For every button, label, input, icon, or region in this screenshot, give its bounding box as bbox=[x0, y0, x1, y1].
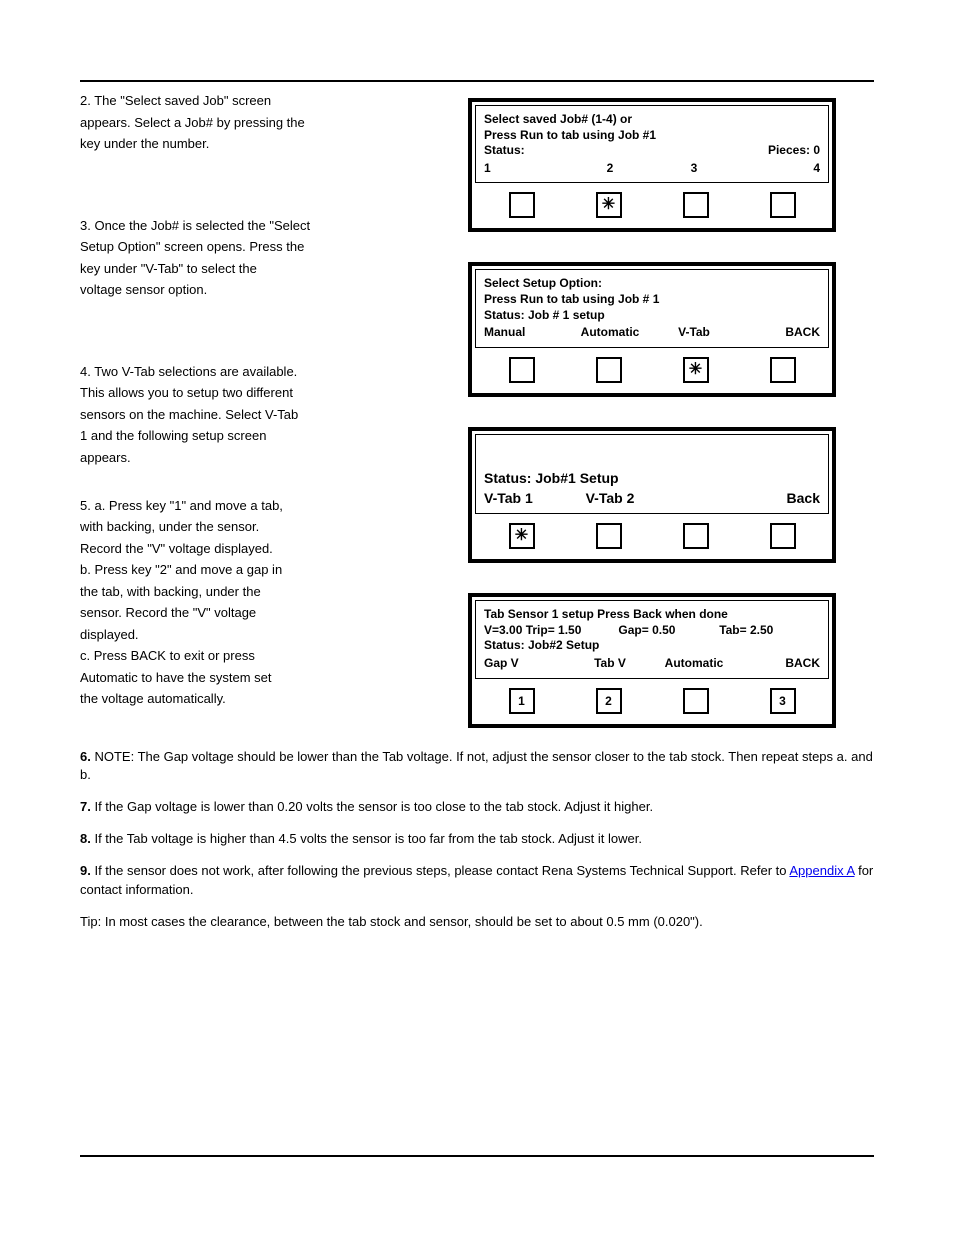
softkey-manual[interactable] bbox=[509, 357, 535, 383]
step-text: Automatic to have the system set bbox=[80, 669, 450, 687]
note-body: If the Gap voltage is lower than 0.20 vo… bbox=[94, 799, 653, 814]
lcd-option: BACK bbox=[736, 656, 820, 672]
step-text: The "Select saved Job" screen bbox=[94, 93, 271, 108]
lcd-screen: Select saved Job# (1-4) or Press Run to … bbox=[475, 105, 829, 183]
softkey-vtab-selected[interactable] bbox=[683, 357, 709, 383]
rule-top bbox=[80, 80, 874, 82]
softkey-vtab2[interactable] bbox=[596, 523, 622, 549]
softkey-2-selected[interactable] bbox=[596, 192, 622, 218]
lcd-option: V-Tab bbox=[652, 325, 736, 341]
lcd-screen: Status: Job#1 Setup V-Tab 1 V-Tab 2 Back bbox=[475, 434, 829, 514]
step-text: appears. Select a Job# by pressing the bbox=[80, 114, 450, 132]
lcd-status-label: Status: bbox=[484, 143, 525, 159]
step-num: 8. bbox=[80, 831, 91, 846]
step-text: with backing, under the sensor. bbox=[80, 518, 450, 536]
softkey-3[interactable] bbox=[683, 192, 709, 218]
lcd-col-label: 1 bbox=[484, 161, 568, 177]
instruction-text-column: 2. The "Select saved Job" screen appears… bbox=[80, 92, 450, 712]
step-text: 1 and the following setup screen bbox=[80, 427, 450, 445]
lcd-option bbox=[652, 489, 736, 507]
lcd-line: Select saved Job# (1-4) or bbox=[484, 112, 820, 128]
lcd-line: Status: Job # 1 setup bbox=[484, 308, 820, 324]
rule-bottom bbox=[80, 1155, 874, 1157]
tip-body: In most cases the clearance, between the… bbox=[105, 914, 703, 929]
softkey-4[interactable] bbox=[770, 192, 796, 218]
lcd-panel-setup-option: Select Setup Option: Press Run to tab us… bbox=[468, 262, 836, 396]
lcd-col-label: 2 bbox=[568, 161, 652, 177]
tip-title: Tip: bbox=[80, 914, 101, 929]
lcd-line: Status: Job#2 Setup bbox=[484, 638, 820, 654]
step-text: b. Press key "2" and move a gap in bbox=[80, 561, 450, 579]
step-num: 9. bbox=[80, 863, 91, 878]
step-num: 4. bbox=[80, 364, 91, 379]
note-body: If the sensor does not work, after follo… bbox=[94, 863, 789, 878]
step-text: This allows you to setup two different bbox=[80, 384, 450, 402]
lcd-col-label: 3 bbox=[652, 161, 736, 177]
lcd-panel-tab-sensor: Tab Sensor 1 setup Press Back when done … bbox=[468, 593, 836, 727]
step-text: voltage sensor option. bbox=[80, 281, 450, 299]
softkey-back[interactable]: 3 bbox=[770, 688, 796, 714]
step-text: sensors on the machine. Select V-Tab bbox=[80, 406, 450, 424]
lcd-option: Automatic bbox=[568, 325, 652, 341]
softkey-blank[interactable] bbox=[683, 523, 709, 549]
lcd-line: Press Run to tab using Job # 1 bbox=[484, 292, 820, 308]
appendix-link[interactable]: Appendix A bbox=[789, 863, 854, 878]
softkey-automatic[interactable] bbox=[596, 357, 622, 383]
lcd-value-gap: Gap= 0.50 bbox=[618, 623, 719, 639]
note-title: NOTE: The Gap voltage should be lower th… bbox=[94, 749, 452, 764]
step-text: displayed. bbox=[80, 626, 450, 644]
step-text: key under the number. bbox=[80, 135, 450, 153]
step-text: Once the Job# is selected the "Select bbox=[94, 218, 310, 233]
softkey-automatic[interactable] bbox=[683, 688, 709, 714]
lcd-value-tab: Tab= 2.50 bbox=[719, 623, 820, 639]
lcd-option: Manual bbox=[484, 325, 568, 341]
lcd-col-label: 4 bbox=[736, 161, 820, 177]
softkey-back[interactable] bbox=[770, 523, 796, 549]
lcd-option: BACK bbox=[736, 325, 820, 341]
lcd-pieces: Pieces: 0 bbox=[768, 143, 820, 159]
step-text: key under "V-Tab" to select the bbox=[80, 260, 450, 278]
lcd-screen: Tab Sensor 1 setup Press Back when done … bbox=[475, 600, 829, 678]
lcd-panels-column: Select saved Job# (1-4) or Press Run to … bbox=[468, 92, 874, 728]
softkey-label: 2 bbox=[605, 694, 612, 708]
lcd-option: V-Tab 1 bbox=[484, 489, 568, 507]
step-text: sensor. Record the "V" voltage bbox=[80, 604, 450, 622]
step-num: 5. bbox=[80, 498, 91, 513]
lcd-panel-vtab-select: Status: Job#1 Setup V-Tab 1 V-Tab 2 Back bbox=[468, 427, 836, 563]
lcd-line: Select Setup Option: bbox=[484, 276, 820, 292]
softkey-1[interactable] bbox=[509, 192, 535, 218]
step-text: Setup Option" screen opens. Press the bbox=[80, 238, 450, 256]
lcd-value-v-trip: V=3.00 Trip= 1.50 bbox=[484, 623, 618, 639]
softkey-tabv[interactable]: 2 bbox=[596, 688, 622, 714]
lcd-option: Tab V bbox=[568, 656, 652, 672]
step-text: c. Press BACK to exit or press bbox=[80, 647, 450, 665]
step-text: Record the "V" voltage displayed. bbox=[80, 540, 450, 558]
lcd-option: V-Tab 2 bbox=[568, 489, 652, 507]
softkey-gapv[interactable]: 1 bbox=[509, 688, 535, 714]
step-num: 3. bbox=[80, 218, 91, 233]
lcd-option: Automatic bbox=[652, 656, 736, 672]
step-text: appears. bbox=[80, 449, 450, 467]
step-num: 7. bbox=[80, 799, 91, 814]
step-text: the voltage automatically. bbox=[80, 690, 450, 708]
lcd-line: Press Run to tab using Job #1 bbox=[484, 128, 820, 144]
lcd-screen: Select Setup Option: Press Run to tab us… bbox=[475, 269, 829, 347]
lcd-panel-select-job: Select saved Job# (1-4) or Press Run to … bbox=[468, 98, 836, 232]
softkey-vtab1-selected[interactable] bbox=[509, 523, 535, 549]
softkey-label: 3 bbox=[779, 694, 786, 708]
note-body: If the Tab voltage is higher than 4.5 vo… bbox=[94, 831, 642, 846]
step-text: the tab, with backing, under the bbox=[80, 583, 450, 601]
lcd-line: Status: Job#1 Setup bbox=[484, 469, 820, 487]
lcd-line: Tab Sensor 1 setup Press Back when done bbox=[484, 607, 820, 623]
step-num: 6. bbox=[80, 749, 91, 764]
softkey-label: 1 bbox=[518, 694, 525, 708]
step-num: 2. bbox=[80, 93, 91, 108]
softkey-back[interactable] bbox=[770, 357, 796, 383]
step-text: Two V-Tab selections are available. bbox=[94, 364, 297, 379]
lcd-option: Back bbox=[736, 489, 820, 507]
lcd-option: Gap V bbox=[484, 656, 568, 672]
step-text: a. Press key "1" and move a tab, bbox=[94, 498, 282, 513]
notes-block: 6. NOTE: The Gap voltage should be lower… bbox=[80, 748, 874, 932]
